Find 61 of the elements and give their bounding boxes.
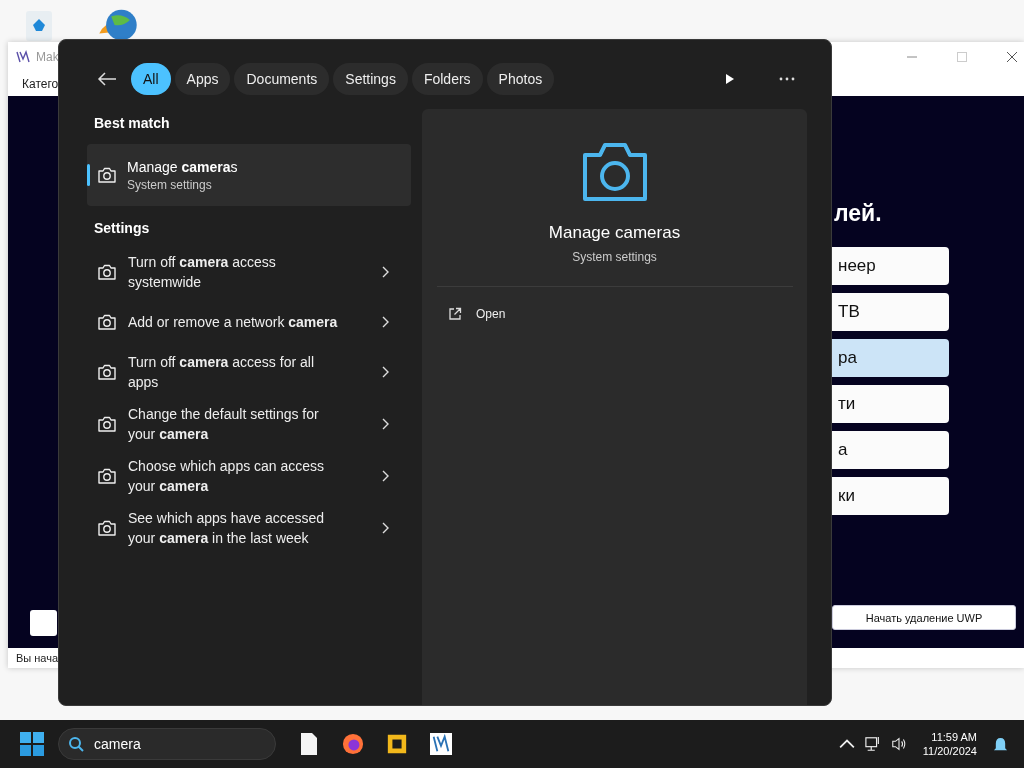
notification-bell-icon[interactable] xyxy=(993,735,1008,753)
preview-subtitle: System settings xyxy=(572,250,657,264)
back-arrow-icon[interactable] xyxy=(97,71,117,87)
camera-icon xyxy=(97,467,117,485)
best-match-item[interactable]: Manage cameras System settings xyxy=(87,144,411,206)
camera-icon xyxy=(97,166,117,184)
filter-tab[interactable]: All xyxy=(131,63,171,95)
status-text: Вы нача xyxy=(16,652,59,664)
play-icon[interactable] xyxy=(725,73,735,85)
file-icon[interactable] xyxy=(298,732,320,756)
browser-icon[interactable] xyxy=(342,732,364,756)
camera-icon xyxy=(581,141,648,203)
filter-tab[interactable]: Settings xyxy=(333,63,408,95)
window-title: Mak xyxy=(36,50,59,64)
chevron-right-icon xyxy=(381,522,389,534)
option-button[interactable]: ки xyxy=(832,477,949,515)
search-result[interactable]: Turn off camera access for all apps xyxy=(87,346,411,398)
option-button[interactable]: ТВ xyxy=(832,293,949,331)
search-icon xyxy=(68,736,84,752)
camera-icon xyxy=(97,519,117,537)
search-result[interactable]: Choose which apps can access your camera xyxy=(87,450,411,502)
chevron-right-icon xyxy=(381,366,389,378)
start-uninstall-button[interactable]: Начать удаление UWP xyxy=(832,605,1016,630)
camera-icon xyxy=(97,363,117,381)
chevron-right-icon xyxy=(381,316,389,328)
section-heading: Settings xyxy=(93,219,151,238)
external-link-icon xyxy=(448,307,462,321)
start-icon[interactable] xyxy=(20,732,44,756)
app-icon[interactable] xyxy=(386,732,408,756)
filter-tab[interactable]: Folders xyxy=(411,63,483,95)
filter-tab[interactable]: Photos xyxy=(486,63,555,95)
filter-tab[interactable]: Apps xyxy=(174,63,231,95)
camera-icon xyxy=(97,263,117,281)
app-logo-icon[interactable] xyxy=(430,732,452,756)
taskbar-search-field[interactable]: camera xyxy=(58,728,276,760)
menu-item[interactable]: Катего xyxy=(22,77,59,91)
preview-title: Manage cameras xyxy=(548,223,681,243)
option-button[interactable]: ра xyxy=(832,339,949,377)
camera-icon xyxy=(97,313,117,331)
search-result[interactable]: Change the default settings for your camera xyxy=(87,398,411,450)
chevron-right-icon xyxy=(381,266,389,278)
clock-time[interactable]: 11:59 AM xyxy=(931,731,977,743)
option-button[interactable]: ти xyxy=(832,385,949,423)
volume-icon[interactable] xyxy=(890,736,907,752)
filter-tab[interactable]: Documents xyxy=(234,63,330,95)
option-button[interactable]: а xyxy=(832,431,949,469)
search-result[interactable]: See which apps have accessed your camera in the last week xyxy=(87,502,411,554)
search-result[interactable]: Add or remove a network camera xyxy=(87,298,411,346)
network-icon[interactable] xyxy=(864,736,881,752)
open-action[interactable]: Open xyxy=(448,307,506,321)
close-icon[interactable] xyxy=(1006,51,1018,63)
chevron-right-icon xyxy=(381,470,389,482)
chevron-right-icon xyxy=(381,418,389,430)
camera-icon xyxy=(97,415,117,433)
heading: лей. xyxy=(833,200,883,227)
more-options-icon[interactable] xyxy=(779,77,795,81)
app-logo-icon xyxy=(16,50,30,64)
search-result[interactable]: Turn off camera access systemwide xyxy=(87,246,411,298)
section-heading: Best match xyxy=(93,114,171,133)
clock-date[interactable]: 11/20/2024 xyxy=(922,745,977,757)
option-button[interactable]: неер xyxy=(832,247,949,285)
